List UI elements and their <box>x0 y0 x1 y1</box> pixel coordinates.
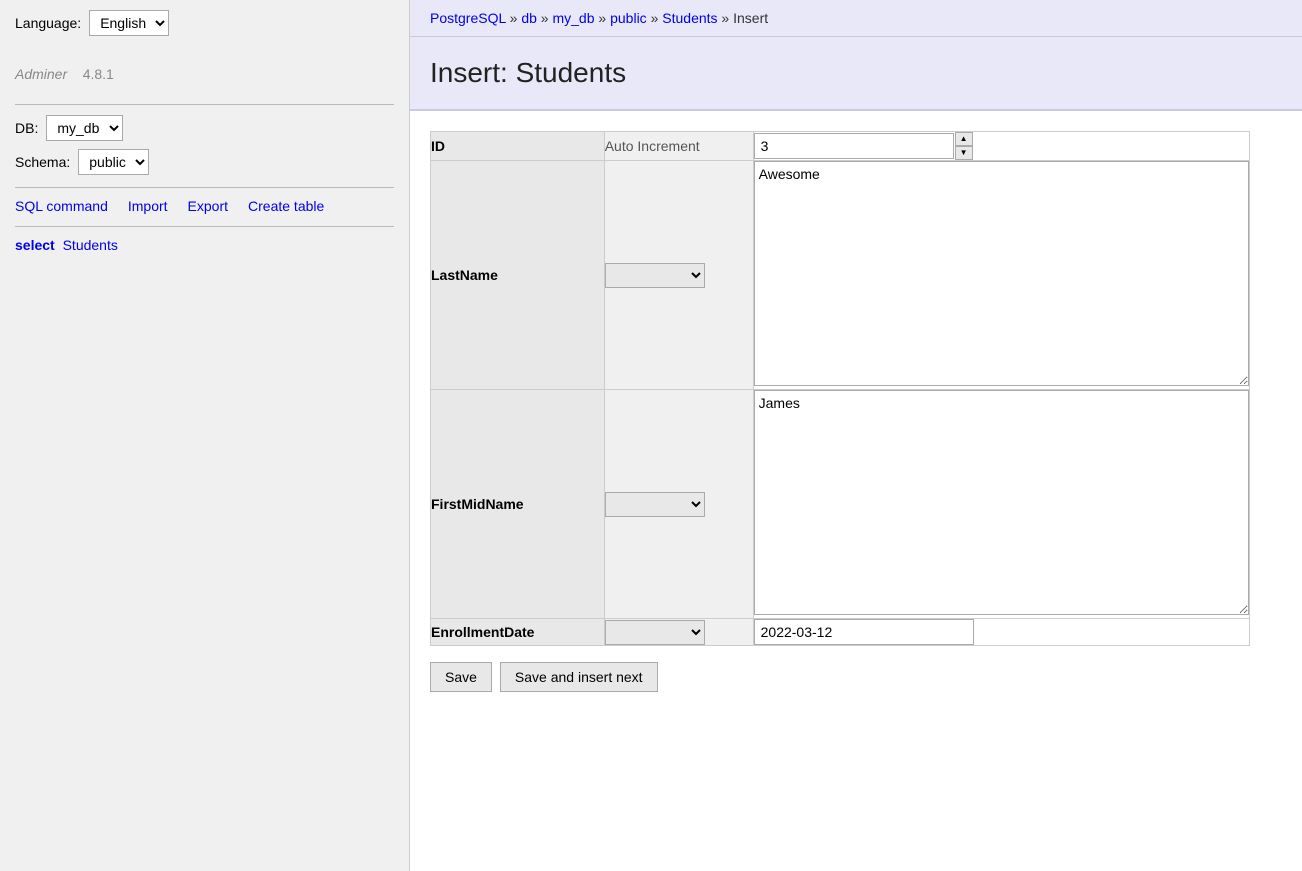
select-keyword: select <box>15 237 55 253</box>
enrollmentdate-type-select[interactable] <box>605 620 705 645</box>
table-row: LastName Awesome <box>431 161 1250 390</box>
field-id: ID <box>431 132 605 161</box>
type-cell-enrollmentdate <box>604 619 753 646</box>
firstmidname-textarea[interactable]: James <box>754 390 1249 615</box>
id-spinner: ▲ ▼ <box>955 132 973 160</box>
bc-insert: Insert <box>733 10 768 26</box>
divider-1 <box>15 104 394 105</box>
page-header: Insert: Students <box>410 37 1302 111</box>
breadcrumb: PostgreSQL » db » my_db » public » Stude… <box>410 0 1302 37</box>
lastname-textarea[interactable]: Awesome <box>754 161 1249 386</box>
button-row: Save Save and insert next <box>430 662 1282 692</box>
db-select[interactable]: my_db <box>46 115 123 141</box>
app-name: Adminer <box>15 66 67 82</box>
nav-links: SQL command Import Export Create table <box>15 198 394 214</box>
lastname-type-select[interactable] <box>605 263 705 288</box>
sidebar: Language: English Adminer 4.8.1 DB: my_d… <box>0 0 410 871</box>
schema-label: Schema: <box>15 154 70 170</box>
page-title: Insert: Students <box>430 57 1282 89</box>
main-content: PostgreSQL » db » my_db » public » Stude… <box>410 0 1302 871</box>
app-logo: Adminer 4.8.1 <box>15 54 394 86</box>
firstmidname-value-cell: James <box>753 390 1249 619</box>
select-row: select Students <box>15 237 394 253</box>
spinner-down[interactable]: ▼ <box>955 146 973 160</box>
bc-public[interactable]: public <box>610 10 647 26</box>
select-students-link[interactable]: Students <box>63 237 118 253</box>
spinner-up[interactable]: ▲ <box>955 132 973 146</box>
type-cell-firstmidname <box>604 390 753 619</box>
table-row: EnrollmentDate <box>431 619 1250 646</box>
schema-select[interactable]: public <box>78 149 149 175</box>
insert-table: ID Auto Increment ▲ ▼ <box>430 131 1250 646</box>
divider-2 <box>15 187 394 188</box>
db-label: DB: <box>15 120 38 136</box>
field-lastname: LastName <box>431 161 605 390</box>
create-table-link[interactable]: Create table <box>248 198 324 214</box>
id-input[interactable] <box>754 133 954 159</box>
app-version: 4.8.1 <box>83 66 114 82</box>
sql-command-link[interactable]: SQL command <box>15 198 108 214</box>
type-cell-lastname <box>604 161 753 390</box>
auto-increment-label: Auto Increment <box>604 132 753 161</box>
enrollmentdate-value-cell <box>753 619 1249 646</box>
field-firstmidname: FirstMidName <box>431 390 605 619</box>
lastname-value-cell: Awesome <box>753 161 1249 390</box>
firstmidname-type-select[interactable] <box>605 492 705 517</box>
table-row: FirstMidName James <box>431 390 1250 619</box>
bc-db[interactable]: db <box>521 10 537 26</box>
language-select[interactable]: English <box>89 10 169 36</box>
bc-students[interactable]: Students <box>662 10 717 26</box>
bc-mydb[interactable]: my_db <box>552 10 594 26</box>
import-link[interactable]: Import <box>128 198 168 214</box>
save-button[interactable]: Save <box>430 662 492 692</box>
save-and-insert-next-button[interactable]: Save and insert next <box>500 662 658 692</box>
divider-3 <box>15 226 394 227</box>
language-label: Language: <box>15 15 81 31</box>
content-area: ID Auto Increment ▲ ▼ <box>410 111 1302 712</box>
bc-postgresql[interactable]: PostgreSQL <box>430 10 506 26</box>
field-enrollmentdate: EnrollmentDate <box>431 619 605 646</box>
table-row: ID Auto Increment ▲ ▼ <box>431 132 1250 161</box>
enrollmentdate-input[interactable] <box>754 619 974 645</box>
export-link[interactable]: Export <box>188 198 228 214</box>
id-value-cell: ▲ ▼ <box>753 132 1249 161</box>
